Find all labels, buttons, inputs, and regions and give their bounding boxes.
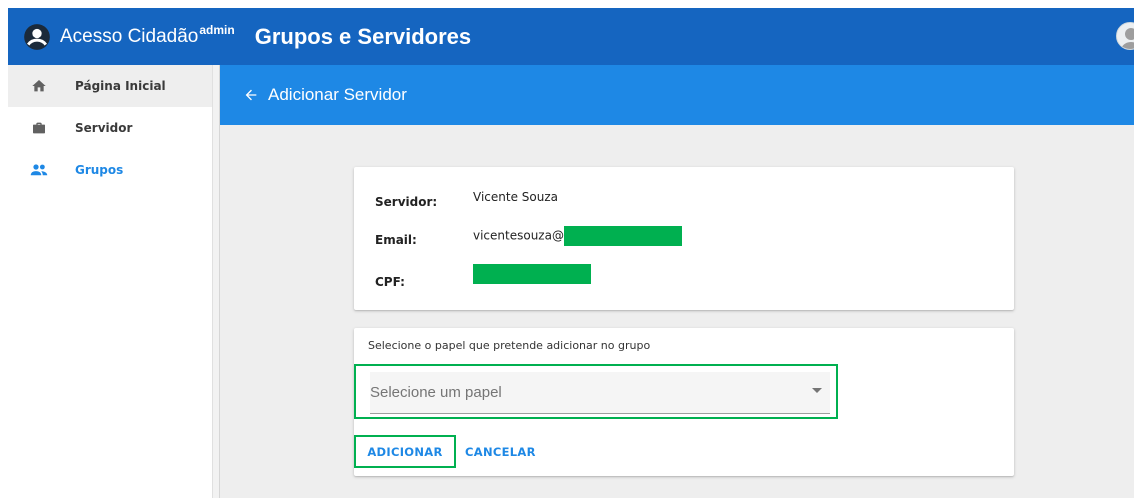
briefcase-icon <box>30 119 48 137</box>
servidor-label: Servidor: <box>375 195 438 209</box>
sidebar-item-label: Página Inicial <box>75 79 166 93</box>
role-select[interactable]: Selecione um papel <box>370 372 830 414</box>
cpf-redaction <box>473 264 591 284</box>
account-circle-icon[interactable] <box>22 22 52 52</box>
sidebar-item-pagina-inicial[interactable]: Página Inicial <box>8 65 212 107</box>
header-title: Adicionar Servidor <box>268 85 407 104</box>
brand-admin-badge: admin <box>199 23 235 37</box>
sidebar: Página Inicial Servidor Grupos <box>8 65 213 498</box>
sidebar-item-label: Servidor <box>75 121 133 135</box>
sidebar-item-grupos[interactable]: Grupos <box>8 149 212 191</box>
role-select-placeholder: Selecione um papel <box>370 384 502 401</box>
add-button[interactable]: ADICIONAR <box>354 435 456 468</box>
people-icon <box>30 161 48 179</box>
email-redaction <box>563 226 682 246</box>
brand-name: Acesso Cidadão <box>60 26 199 47</box>
cpf-row: CPF: <box>375 264 591 289</box>
page-title: Grupos e Servidores <box>254 23 472 49</box>
server-info-card: Servidor: Vicente Souza Email: vicenteso… <box>354 167 1014 310</box>
servidor-value: Vicente Souza <box>473 190 558 204</box>
role-prompt: Selecione o papel que pretende adicionar… <box>368 339 651 352</box>
sidebar-item-servidor[interactable]: Servidor <box>8 107 212 149</box>
sidebar-resize-handle[interactable] <box>213 65 220 498</box>
servidor-row: Servidor: Vicente Souza <box>375 190 558 209</box>
role-selection-card: Selecione o papel que pretende adicionar… <box>354 328 1014 476</box>
cpf-label: CPF: <box>375 275 405 289</box>
email-value: vicentesouza@ <box>473 226 682 246</box>
email-value-text: vicentesouza@ <box>473 228 564 243</box>
email-row: Email: vicentesouza@ <box>375 226 682 247</box>
home-icon <box>30 77 48 95</box>
email-label: Email: <box>375 233 417 247</box>
app-window: Acesso Cidadão admin Grupos e Servidores … <box>8 8 1134 498</box>
top-app-bar: Acesso Cidadão admin Grupos e Servidores <box>8 8 1134 65</box>
content-header: Adicionar Servidor <box>220 65 1134 125</box>
cancel-button[interactable]: CANCELAR <box>465 435 536 468</box>
dropdown-caret-icon <box>812 388 822 393</box>
user-avatar-icon <box>1117 23 1134 49</box>
back-arrow-icon[interactable] <box>242 86 260 104</box>
brand[interactable]: Acesso Cidadão admin <box>60 23 235 47</box>
user-avatar[interactable] <box>1116 22 1134 50</box>
sidebar-item-label: Grupos <box>75 163 124 177</box>
